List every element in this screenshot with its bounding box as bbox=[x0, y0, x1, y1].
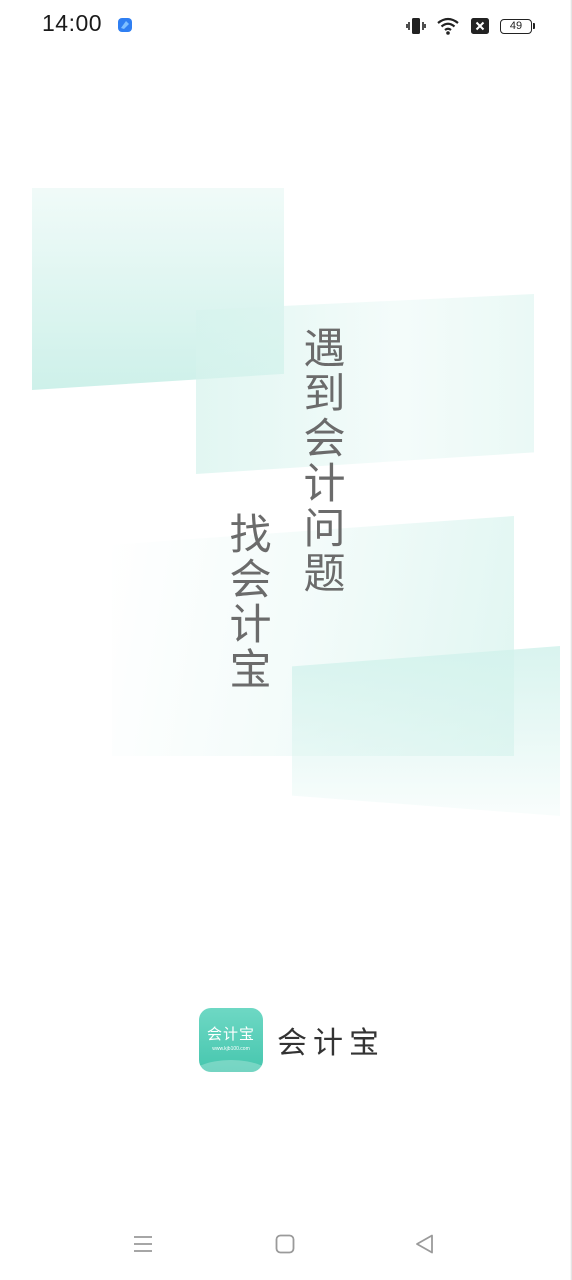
app-notification-icon bbox=[118, 18, 132, 32]
no-sim-icon bbox=[471, 18, 489, 34]
vibrate-icon bbox=[406, 18, 426, 34]
back-icon[interactable] bbox=[413, 1232, 437, 1256]
decor-pane bbox=[32, 188, 284, 390]
slogan-line-2: 找会计宝 bbox=[223, 512, 272, 692]
app-logo-url: www.kjb100.com bbox=[212, 1046, 250, 1052]
decor-pane bbox=[292, 646, 560, 816]
brand-name: 会计宝 bbox=[277, 1026, 385, 1061]
app-logo-wave bbox=[199, 1060, 263, 1072]
battery-icon: 49 bbox=[500, 18, 535, 34]
navigation-bar bbox=[0, 1212, 572, 1280]
decor-pane bbox=[196, 294, 534, 474]
wifi-icon bbox=[437, 17, 459, 35]
menu-icon[interactable] bbox=[131, 1232, 155, 1256]
status-icons: 49 bbox=[406, 14, 535, 38]
home-icon[interactable] bbox=[273, 1232, 297, 1256]
status-bar: 14:00 49 bbox=[0, 0, 572, 52]
brand-lockup: 会计宝 www.kjb100.com 会计宝 bbox=[199, 1008, 385, 1072]
slogan-line-1: 遇到会计问题 bbox=[297, 326, 346, 596]
splash-screen: 14:00 49 遇到会计问题 找会计宝 会计宝 www.kjb100.com … bbox=[0, 0, 572, 1280]
status-time: 14:00 bbox=[42, 10, 103, 36]
app-logo: 会计宝 www.kjb100.com bbox=[199, 1008, 263, 1072]
app-logo-text: 会计宝 bbox=[206, 1025, 255, 1043]
